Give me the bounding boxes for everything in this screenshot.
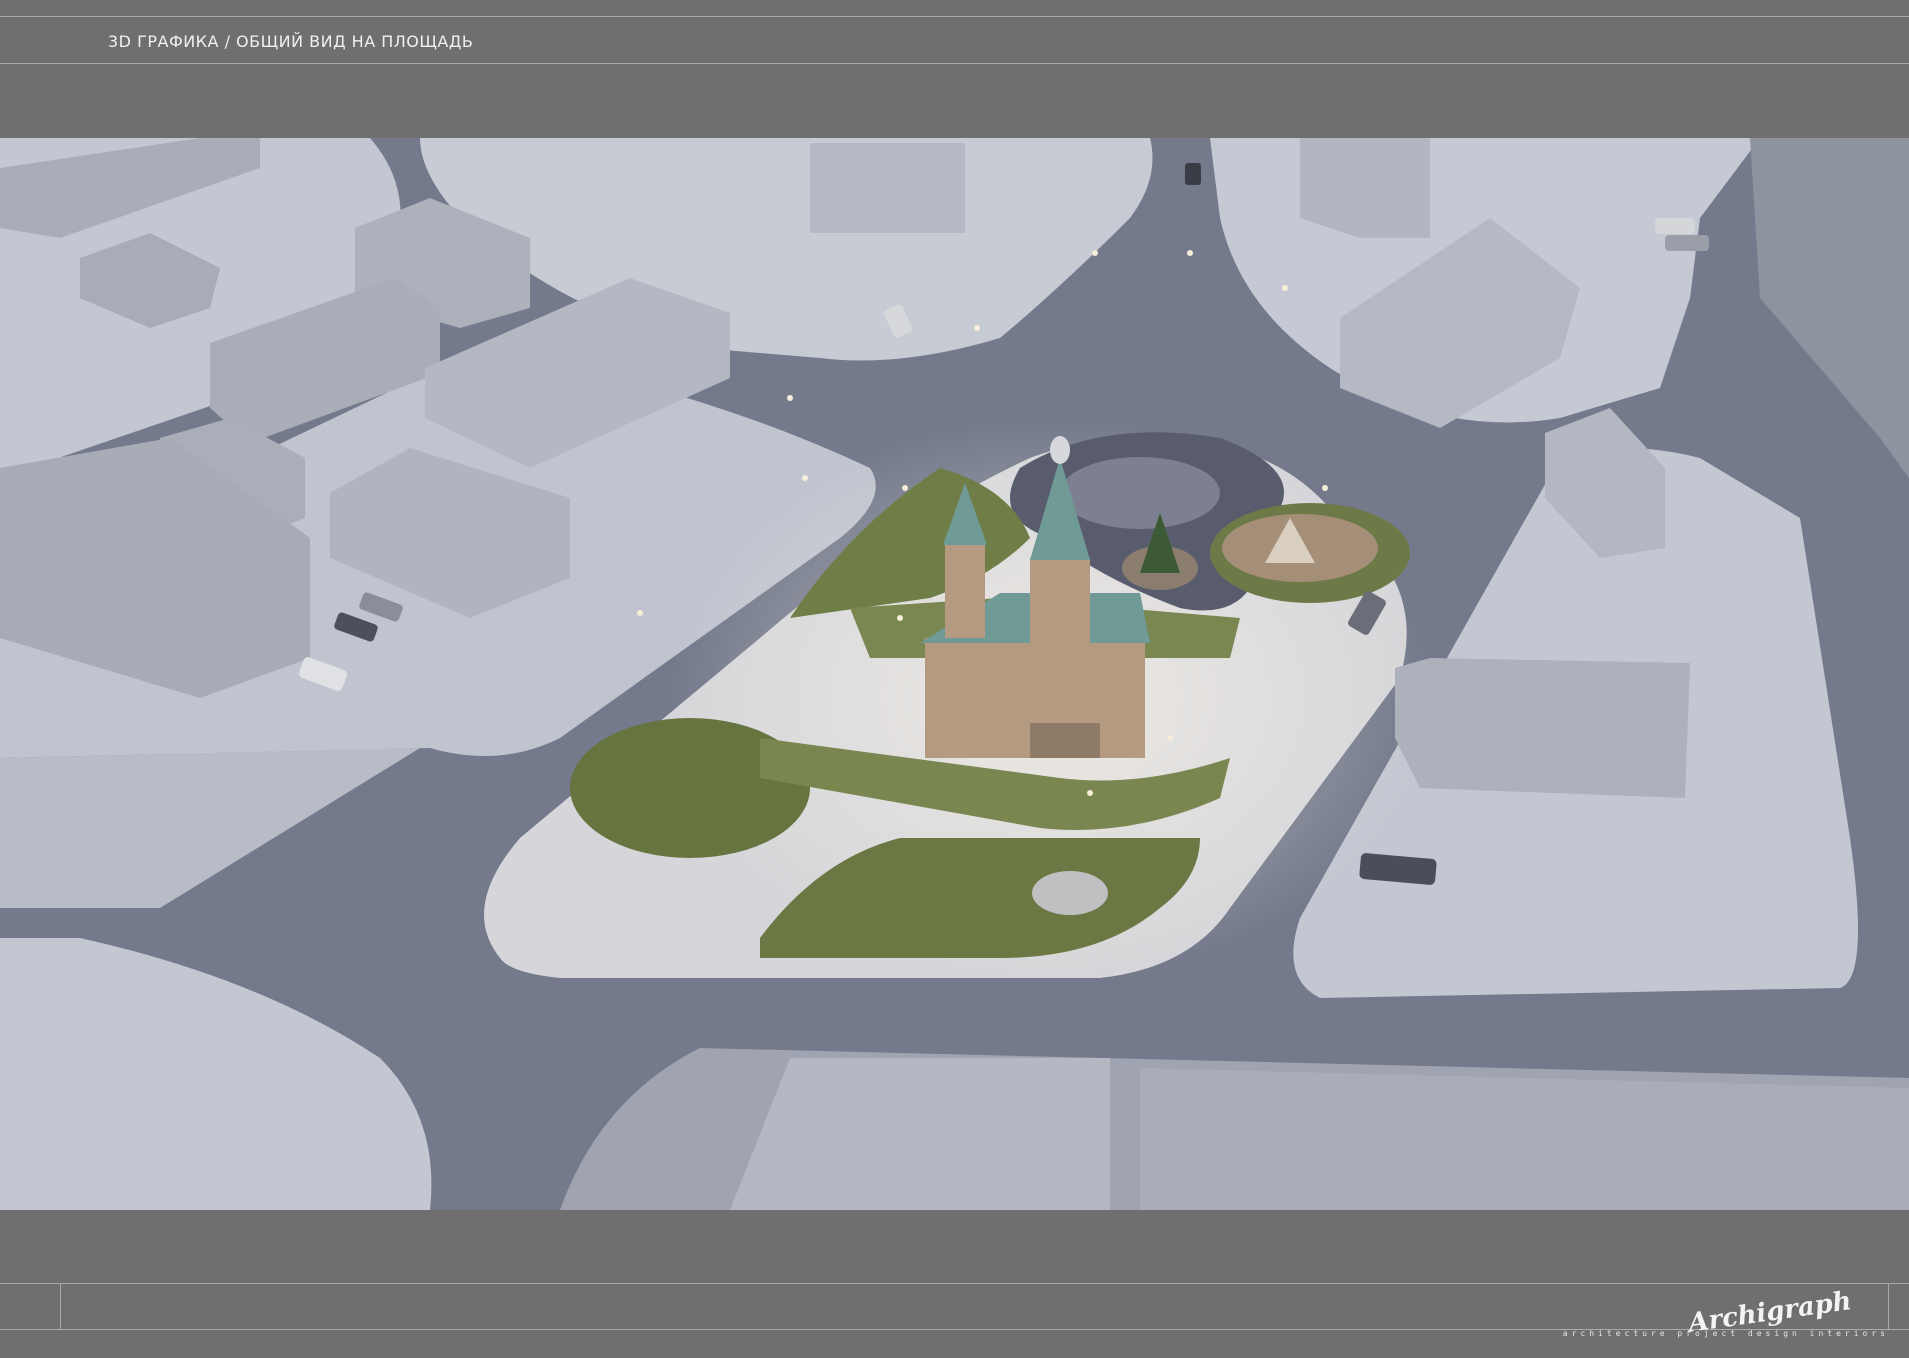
car-dark-north <box>1185 163 1201 185</box>
car-white-ne <box>1655 218 1695 234</box>
building-south-left <box>730 1058 1110 1210</box>
page-title: 3D ГРАФИКА / ОБЩИЙ ВИД НА ПЛОЩАДЬ <box>108 32 474 51</box>
bell-tower <box>945 543 985 638</box>
render-illustration <box>0 138 1909 1210</box>
building-se <box>1395 658 1690 798</box>
building-south-right <box>1140 1068 1909 1210</box>
footer-top-rule <box>0 1283 1909 1284</box>
footer-left-tick <box>60 1283 61 1329</box>
aerial-render <box>0 138 1909 1210</box>
church-porch <box>1030 723 1100 758</box>
header-bottom-rule <box>0 63 1909 64</box>
building-ne <box>1300 138 1430 238</box>
building-n <box>810 143 965 233</box>
logo-tagline: architecture project design interiors <box>1562 1329 1889 1338</box>
church-tower <box>1030 558 1090 643</box>
monument-plaza <box>1032 871 1108 915</box>
splash-pad <box>1060 457 1220 529</box>
archigraph-logo: Archigraph architecture project design i… <box>1563 1286 1889 1339</box>
presentation-sheet: 3D ГРАФИКА / ОБЩИЙ ВИД НА ПЛОЩАДЬ Archig… <box>0 0 1909 1358</box>
top-rule <box>0 16 1909 17</box>
car-grey-ne <box>1665 235 1709 251</box>
garden-bed-southwest <box>570 718 810 858</box>
church-dome <box>1050 436 1070 464</box>
